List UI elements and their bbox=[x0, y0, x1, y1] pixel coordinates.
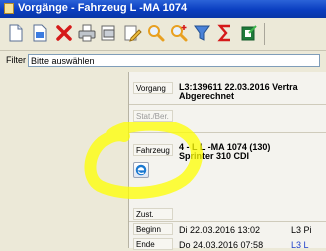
ende-value: Do 24.03.2016 07:58 bbox=[179, 240, 264, 250]
separator bbox=[129, 221, 326, 222]
toolbar-separator bbox=[264, 23, 265, 45]
fahrzeug-label: Fahrzeug bbox=[133, 144, 173, 156]
filter-icon[interactable] bbox=[192, 23, 212, 43]
delete-icon[interactable] bbox=[54, 23, 74, 43]
left-pane bbox=[0, 72, 129, 248]
edit-icon[interactable] bbox=[122, 23, 142, 43]
toolbar bbox=[0, 18, 326, 51]
print-icon[interactable] bbox=[77, 23, 97, 43]
edge-browser-icon bbox=[135, 164, 147, 176]
filter-bar: Filter Bitte auswählen bbox=[0, 51, 326, 71]
new-document-icon[interactable] bbox=[6, 23, 26, 43]
app-icon bbox=[4, 3, 14, 14]
details-content: Vorgang L3:139611 22.03.2016 Vertra Abge… bbox=[129, 72, 326, 250]
beginn-value: Di 22.03.2016 13:02 bbox=[179, 225, 261, 235]
beginn-label: Beginn bbox=[133, 223, 173, 235]
fahrzeug-value-line2: Sprinter 310 CDI bbox=[179, 151, 250, 161]
vorgang-label: Vorgang bbox=[133, 82, 173, 94]
export-icon[interactable] bbox=[239, 23, 259, 43]
filter-label: Filter bbox=[6, 55, 26, 65]
filter-select[interactable]: Bitte auswählen bbox=[28, 54, 320, 67]
browser-link-button[interactable] bbox=[133, 162, 149, 178]
stat-ber-label: Stat./Ber. bbox=[133, 110, 173, 122]
sum-icon[interactable] bbox=[215, 23, 235, 43]
details-panel: Vorgang L3:139611 22.03.2016 Vertra Abge… bbox=[0, 72, 326, 250]
ende-extra: L3 L bbox=[291, 240, 309, 250]
search-icon[interactable] bbox=[146, 23, 166, 43]
search-plus-icon[interactable] bbox=[169, 23, 189, 43]
title-bar: Vorgänge - Fahrzeug L -MA 1074 bbox=[0, 0, 326, 18]
window-title: Vorgänge - Fahrzeug L -MA 1074 bbox=[18, 2, 188, 14]
separator bbox=[129, 132, 326, 133]
vorgang-value-line2: Abgerechnet bbox=[179, 91, 235, 101]
separator bbox=[129, 104, 326, 105]
beginn-extra: L3 Pi bbox=[291, 225, 312, 235]
ende-label: Ende bbox=[133, 238, 173, 250]
zust-label: Zust. bbox=[133, 208, 173, 220]
open-document-icon[interactable] bbox=[30, 23, 50, 43]
print-preview-icon[interactable] bbox=[99, 23, 119, 43]
